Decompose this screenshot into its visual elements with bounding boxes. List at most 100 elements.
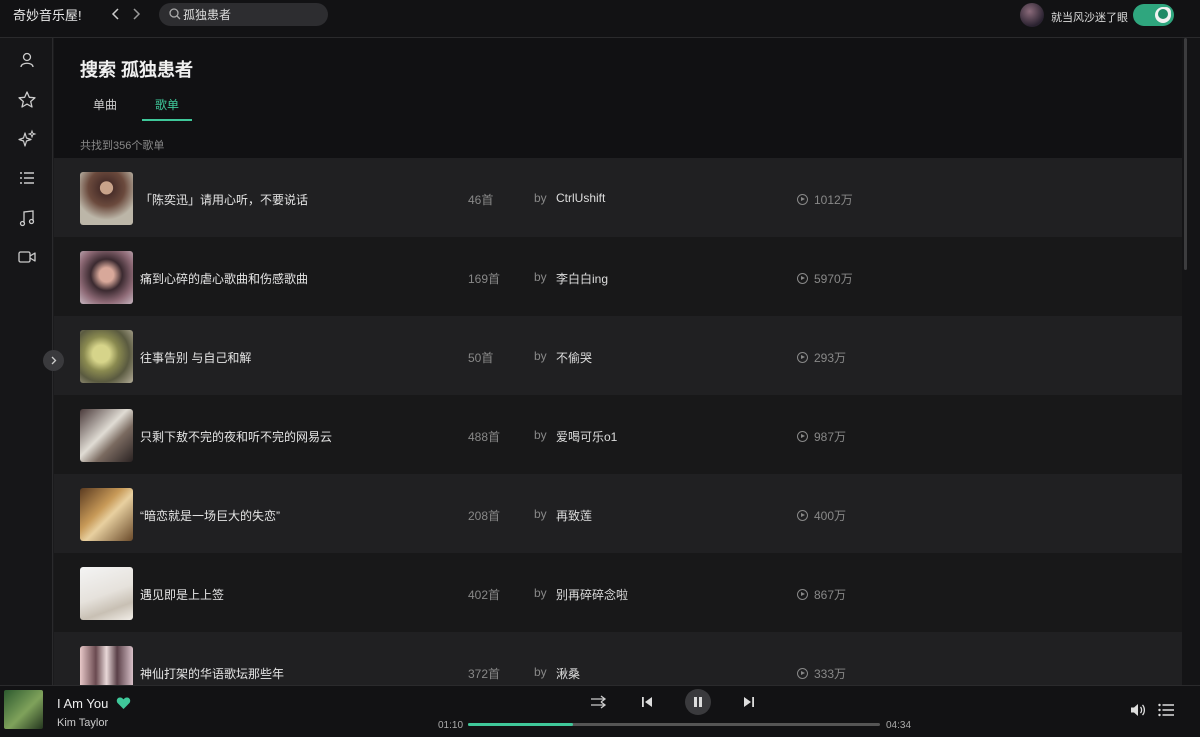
play-count: 293万 [797,349,846,366]
playlist-cover [80,646,133,685]
by-label: by [534,349,547,363]
chevron-left-icon[interactable] [108,6,124,22]
player-bar: I Am You Kim Taylor 01:10 04:34 [0,685,1200,737]
playlist-queue-icon[interactable] [1157,702,1175,718]
list-item[interactable]: 痛到心碎的虐心歌曲和伤感歌曲 169首 by 李白白ing 5970万 [54,237,1182,316]
play-count: 1012万 [797,191,853,208]
by-label: by [534,586,547,600]
list-icon[interactable] [17,168,37,188]
search-icon [169,8,181,20]
play-count: 333万 [797,665,846,682]
video-icon[interactable] [17,247,37,267]
playlist-cover [80,409,133,462]
playlist-creator[interactable]: 爱喝可乐o1 [556,428,617,445]
avatar[interactable] [1020,3,1044,27]
play-count-icon [797,510,808,521]
play-count-icon [797,352,808,363]
play-count-icon [797,589,808,600]
progress-bar[interactable] [468,723,880,726]
track-count: 46首 [468,193,494,207]
by-label: by [534,428,547,442]
progress-fill [468,723,574,726]
track-count: 488首 [468,430,501,444]
music-note-icon[interactable] [17,208,37,228]
main-content: 搜索 孤独患者 单曲 歌单 共找到356个歌单 「陈奕迅」请用心听，不要说话 4… [54,38,1182,685]
star-icon[interactable] [17,90,37,110]
track-count: 208首 [468,509,501,523]
page-title: 搜索 孤独患者 [80,60,194,80]
play-count-icon [797,668,808,679]
now-playing-cover[interactable] [4,690,43,729]
moon-icon [1158,9,1168,19]
playlist-name: 「陈奕迅」请用心听，不要说话 [140,193,309,207]
next-icon[interactable] [742,695,756,709]
playlist-name: 神仙打架的华语歌坛那些年 [140,667,285,681]
pause-button[interactable] [685,689,711,715]
by-label: by [534,507,547,521]
search-box[interactable] [159,3,328,26]
play-count-icon [797,431,808,442]
by-label: by [534,665,547,679]
total-time: 04:34 [886,720,912,731]
playlist-cover [80,567,133,620]
chevron-right-icon [51,356,57,365]
top-bar: 奇妙音乐屋! 就当风沙迷了眼 [0,0,1200,38]
playlist-creator[interactable]: 再致莲 [556,507,592,524]
by-label: by [534,191,547,205]
track-count: 169首 [468,272,501,286]
scrollbar[interactable] [1182,38,1200,685]
list-item[interactable]: 遇见即是上上签 402首 by 别再碎碎念啦 867万 [54,553,1182,632]
play-count-icon [797,273,808,284]
chevron-right-icon[interactable] [128,6,144,22]
play-count: 5970万 [797,270,853,287]
playlist-cover [80,172,133,225]
playlist-name: 遇见即是上上签 [140,588,225,602]
playlist-creator[interactable]: 李白白ing [556,270,608,287]
list-item[interactable]: “暗恋就是一场巨大的失恋” 208首 by 再致莲 400万 [54,474,1182,553]
playlist-creator[interactable]: 湫桑 [556,665,580,682]
playlist-cover [80,488,133,541]
scrollbar-thumb[interactable] [1184,38,1187,270]
playlist-creator[interactable]: 别再碎碎念啦 [556,586,628,603]
app-title: 奇妙音乐屋! [13,8,82,23]
song-title[interactable]: I Am You [57,696,108,711]
playlist-name: 痛到心碎的虐心歌曲和伤感歌曲 [140,272,309,286]
dark-mode-toggle[interactable] [1133,4,1174,26]
pause-icon [694,697,697,707]
play-count: 400万 [797,507,846,524]
list-item[interactable]: 只剩下敖不完的夜和听不完的网易云 488首 by 爱喝可乐o1 987万 [54,395,1182,474]
list-item[interactable]: 神仙打架的华语歌坛那些年 372首 by 湫桑 333万 [54,632,1182,685]
heart-icon[interactable] [116,696,131,710]
username[interactable]: 就当风沙迷了眼 [1051,9,1128,25]
current-time: 01:10 [438,720,464,731]
artist-name[interactable]: Kim Taylor [57,717,108,729]
volume-icon[interactable] [1129,702,1147,718]
track-count: 402首 [468,588,501,602]
playlist-creator[interactable]: 不偷哭 [556,349,592,366]
list-item[interactable]: 往事告别 与自己和解 50首 by 不偷哭 293万 [54,316,1182,395]
tab-playlists[interactable]: 歌单 [155,96,179,113]
playlist-cover [80,330,133,383]
playlist-cover [80,251,133,304]
playlist-name: 只剩下敖不完的夜和听不完的网易云 [140,430,333,444]
by-label: by [534,270,547,284]
shuffle-icon[interactable] [589,694,609,710]
active-tab-indicator [142,119,192,121]
list-item[interactable]: 「陈奕迅」请用心听，不要说话 46首 by CtrlUshift 1012万 [54,158,1182,237]
search-input[interactable] [183,5,321,24]
play-count: 987万 [797,428,846,445]
expand-sidebar-button[interactable] [43,350,64,371]
sparkle-icon[interactable] [17,129,37,149]
playlist-name: “暗恋就是一场巨大的失恋” [140,509,280,523]
playlist-creator[interactable]: CtrlUshift [556,191,605,205]
result-count: 共找到356个歌单 [80,140,165,152]
track-count: 372首 [468,667,501,681]
playlist-list: 「陈奕迅」请用心听，不要说话 46首 by CtrlUshift 1012万 痛… [54,158,1182,685]
user-icon[interactable] [17,50,37,70]
play-count: 867万 [797,586,846,603]
track-count: 50首 [468,351,494,365]
playlist-name: 往事告别 与自己和解 [140,351,252,365]
play-count-icon [797,194,808,205]
previous-icon[interactable] [640,695,654,709]
tab-songs[interactable]: 单曲 [93,96,117,113]
